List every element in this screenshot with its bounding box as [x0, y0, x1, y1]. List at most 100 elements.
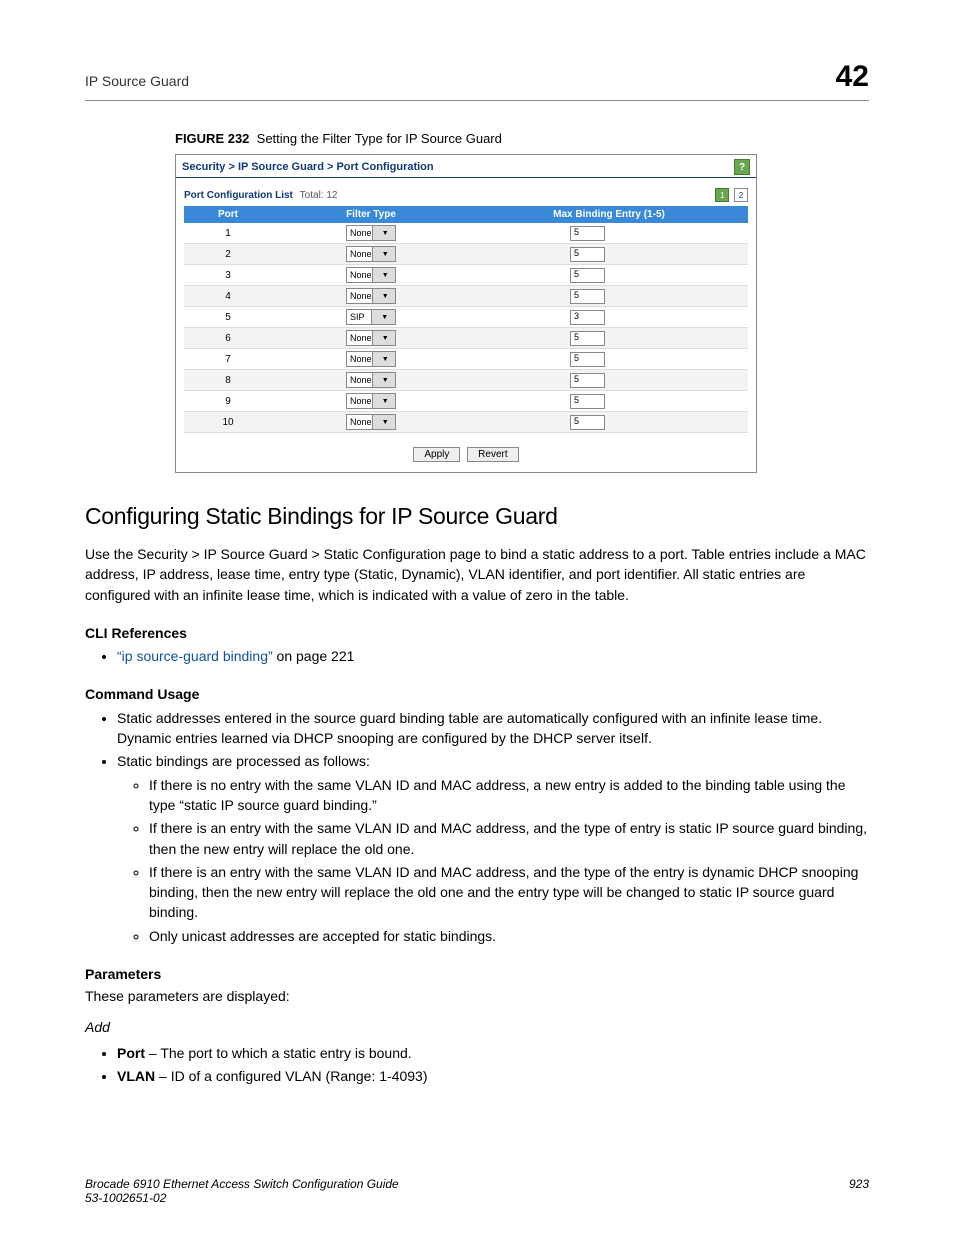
filter-type-select[interactable]: SIP▼	[346, 309, 396, 325]
command-usage-heading: Command Usage	[85, 684, 869, 704]
pager: 1 2	[713, 188, 748, 202]
figure-label: FIGURE 232	[175, 131, 249, 146]
table-row: 7None▼5	[184, 349, 748, 370]
cli-ref-item: “ip source-guard binding” on page 221	[117, 646, 869, 666]
filter-cell: None▼	[272, 391, 470, 412]
filter-cell: None▼	[272, 328, 470, 349]
max-cell: 5	[470, 391, 748, 412]
list-title: Port Configuration List	[184, 190, 293, 201]
page-2-button[interactable]: 2	[734, 188, 748, 202]
footer-docnum: 53-1002651-02	[85, 1191, 166, 1205]
cli-link-suffix: on page 221	[273, 648, 355, 664]
max-binding-input[interactable]: 5	[570, 352, 605, 367]
port-cell: 9	[184, 391, 272, 412]
max-binding-input[interactable]: 5	[570, 331, 605, 346]
port-cell: 1	[184, 223, 272, 244]
table-row: 6 None▼ 5	[184, 328, 748, 349]
chevron-down-icon: ▼	[372, 373, 395, 387]
usage-sub-item: Only unicast addresses are accepted for …	[149, 926, 869, 946]
port-config-table: Port Filter Type Max Binding Entry (1-5)…	[184, 206, 748, 433]
parameters-subhead: Add	[85, 1017, 869, 1037]
max-cell: 5	[470, 412, 748, 433]
max-cell: 5	[470, 223, 748, 244]
table-row: 4 None▼ 5	[184, 286, 748, 307]
filter-type-select[interactable]: None▼	[346, 351, 396, 367]
table-row: 1 None▼ 5	[184, 223, 748, 244]
chevron-down-icon: ▼	[372, 247, 395, 261]
max-binding-input[interactable]: 5	[570, 373, 605, 388]
col-port: Port	[184, 206, 272, 223]
page-footer: Brocade 6910 Ethernet Access Switch Conf…	[85, 1177, 869, 1205]
max-binding-input[interactable]: 5	[570, 415, 605, 430]
chevron-down-icon: ▼	[372, 268, 395, 282]
revert-button[interactable]: Revert	[467, 447, 518, 462]
port-cell: 3	[184, 265, 272, 286]
cli-link[interactable]: “ip source-guard binding”	[117, 648, 273, 664]
max-cell: 5	[470, 265, 748, 286]
max-cell: 3	[470, 307, 748, 328]
filter-cell: None▼	[272, 244, 470, 265]
max-binding-input[interactable]: 3	[570, 310, 605, 325]
filter-cell: None▼	[272, 286, 470, 307]
port-cell: 4	[184, 286, 272, 307]
apply-button[interactable]: Apply	[413, 447, 460, 462]
max-cell: 5	[470, 286, 748, 307]
filter-type-select[interactable]: None▼	[346, 225, 396, 241]
port-cell: 8	[184, 370, 272, 391]
table-row: 3 None▼ 5	[184, 265, 748, 286]
port-cell: 10	[184, 412, 272, 433]
filter-type-select[interactable]: None▼	[346, 393, 396, 409]
port-cell: 5	[184, 307, 272, 328]
chevron-down-icon: ▼	[372, 331, 395, 345]
chevron-down-icon: ▼	[371, 310, 396, 324]
parameters-intro: These parameters are displayed:	[85, 986, 869, 1006]
table-row: 9 None▼ 5	[184, 391, 748, 412]
intro-paragraph: Use the Security > IP Source Guard > Sta…	[85, 544, 869, 605]
page-1-button[interactable]: 1	[715, 188, 729, 202]
col-filter: Filter Type	[272, 206, 470, 223]
max-cell: 5	[470, 244, 748, 265]
header-section: IP Source Guard	[85, 73, 189, 89]
usage-sub-item: If there is an entry with the same VLAN …	[149, 862, 869, 923]
list-total: Total: 12	[300, 190, 338, 201]
filter-type-select[interactable]: None▼	[346, 414, 396, 430]
port-cell: 2	[184, 244, 272, 265]
parameters-heading: Parameters	[85, 964, 869, 984]
filter-type-select[interactable]: None▼	[346, 330, 396, 346]
max-binding-input[interactable]: 5	[570, 394, 605, 409]
max-cell: 5	[470, 370, 748, 391]
body-content: Use the Security > IP Source Guard > Sta…	[85, 544, 869, 1087]
usage-sub-item: If there is an entry with the same VLAN …	[149, 818, 869, 859]
footer-page: 923	[849, 1177, 869, 1205]
param-item: Port – The port to which a static entry …	[117, 1043, 869, 1063]
usage-item: Static addresses entered in the source g…	[117, 708, 869, 749]
filter-type-select[interactable]: None▼	[346, 288, 396, 304]
max-cell: 5	[470, 328, 748, 349]
usage-sub-item: If there is no entry with the same VLAN …	[149, 775, 869, 816]
filter-type-select[interactable]: None▼	[346, 267, 396, 283]
list-header: Port Configuration List Total: 12 1 2	[176, 178, 756, 206]
filter-type-select[interactable]: None▼	[346, 372, 396, 388]
max-binding-input[interactable]: 5	[570, 268, 605, 283]
filter-cell: SIP▼	[272, 307, 470, 328]
chevron-down-icon: ▼	[372, 394, 395, 408]
chapter-number: 42	[836, 60, 869, 94]
filter-type-select[interactable]: None▼	[346, 246, 396, 262]
cli-references-heading: CLI References	[85, 623, 869, 643]
port-cell: 6	[184, 328, 272, 349]
max-cell: 5	[470, 349, 748, 370]
chevron-down-icon: ▼	[372, 352, 395, 366]
breadcrumb: Security > IP Source Guard > Port Config…	[176, 155, 756, 178]
help-icon[interactable]: ?	[734, 159, 750, 175]
chevron-down-icon: ▼	[372, 226, 395, 240]
filter-cell: None▼	[272, 349, 470, 370]
page-header: IP Source Guard 42	[85, 60, 869, 101]
max-binding-input[interactable]: 5	[570, 289, 605, 304]
breadcrumb-text: Security > IP Source Guard > Port Config…	[182, 161, 434, 173]
max-binding-input[interactable]: 5	[570, 226, 605, 241]
footer-title: Brocade 6910 Ethernet Access Switch Conf…	[85, 1177, 399, 1191]
max-binding-input[interactable]: 5	[570, 247, 605, 262]
table-row: 8 None▼ 5	[184, 370, 748, 391]
table-row: 2 None▼ 5	[184, 244, 748, 265]
table-row: 5 SIP▼ 3	[184, 307, 748, 328]
